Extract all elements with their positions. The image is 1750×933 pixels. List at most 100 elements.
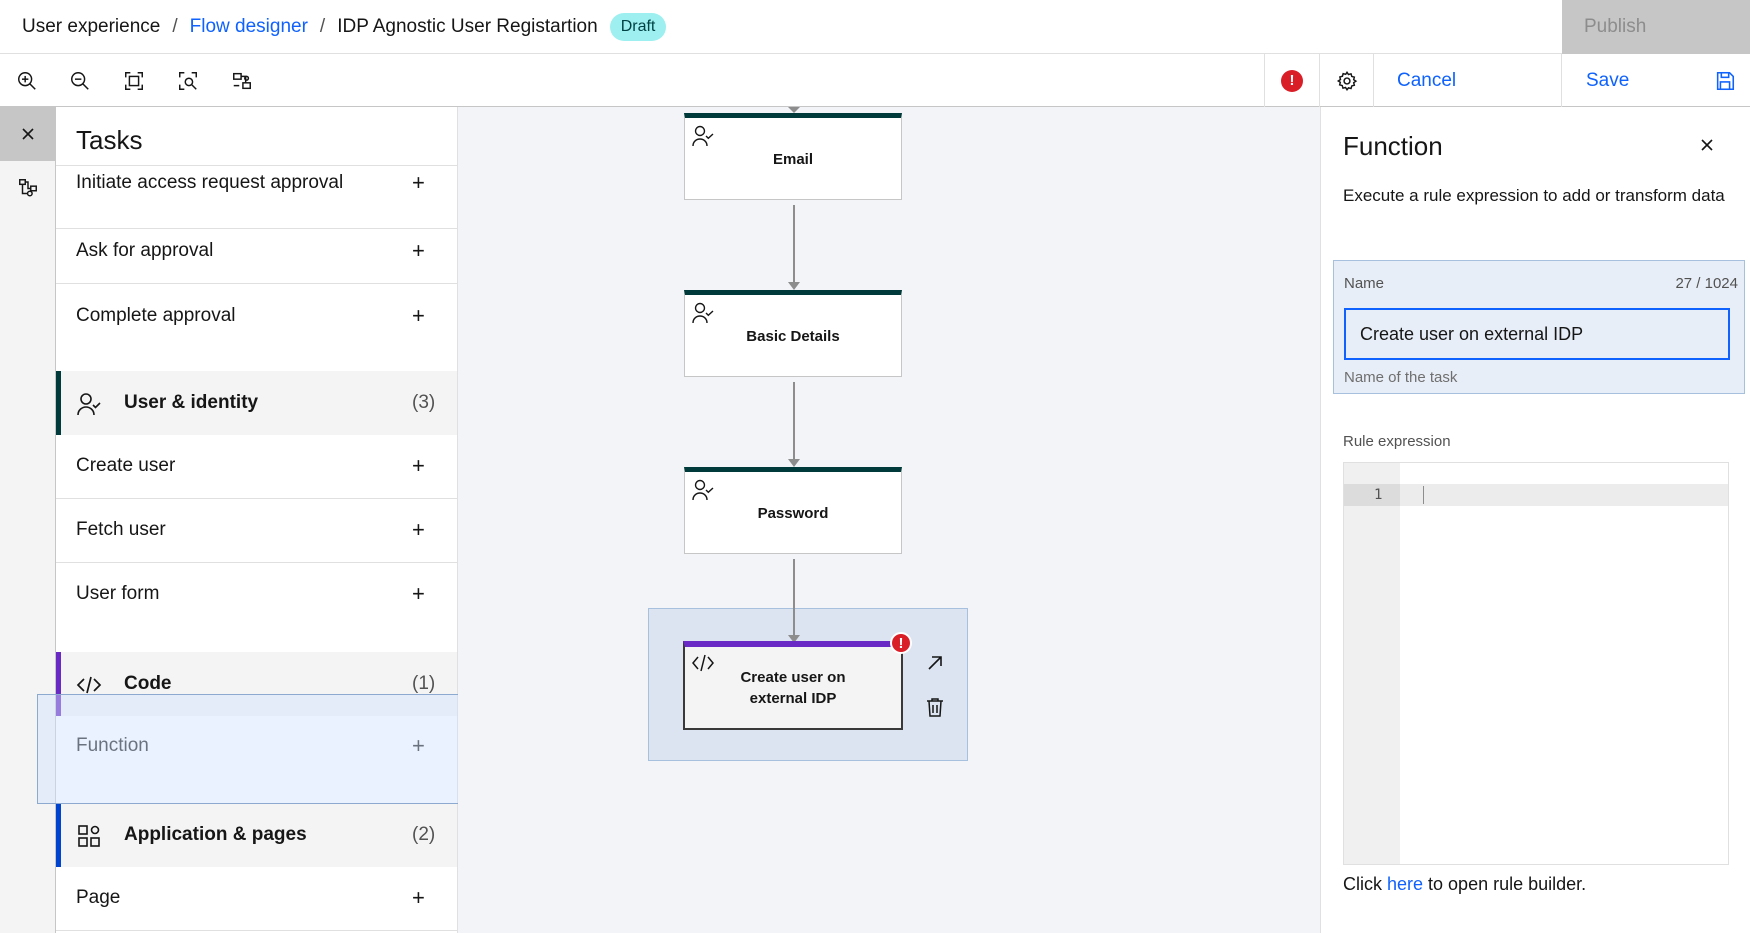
properties-panel: Function Execute a rule expression to ad… bbox=[1320, 107, 1750, 933]
category-count: (1) bbox=[412, 673, 436, 694]
task-item-label: Function bbox=[76, 735, 149, 756]
editor-cursor bbox=[1423, 486, 1424, 504]
editor-active-line bbox=[1344, 484, 1728, 506]
cancel-button[interactable]: Cancel bbox=[1373, 54, 1561, 107]
add-task-icon[interactable]: + bbox=[412, 285, 425, 347]
apps-icon bbox=[78, 825, 100, 847]
publish-button[interactable]: Publish bbox=[1562, 0, 1750, 54]
zoom-out-button[interactable] bbox=[53, 54, 107, 107]
flow-node-label: Create user on external IDP bbox=[740, 668, 846, 707]
breadcrumb-flow-designer[interactable]: Flow designer bbox=[190, 16, 308, 38]
connector-arrow bbox=[788, 459, 800, 467]
add-task-icon[interactable]: + bbox=[412, 435, 425, 497]
category-application-pages[interactable]: Application & pages (2) bbox=[56, 803, 457, 867]
name-char-count: 27 / 1024 bbox=[1675, 275, 1738, 292]
open-node-icon[interactable] bbox=[924, 652, 946, 674]
minimap-icon bbox=[233, 72, 251, 89]
rule-builder-hint: Click here to open rule builder. bbox=[1343, 874, 1586, 895]
add-task-icon[interactable]: + bbox=[412, 867, 425, 929]
flow-node-label: Password bbox=[757, 504, 829, 522]
zoom-area-button[interactable] bbox=[161, 54, 215, 107]
code-icon bbox=[76, 676, 102, 694]
connector bbox=[793, 205, 795, 285]
task-item-label: Fetch user bbox=[76, 519, 166, 540]
name-field-group: Name 27 / 1024 Name of the task bbox=[1333, 260, 1745, 394]
category-code[interactable]: Code (1) bbox=[56, 652, 457, 716]
flow-tree-button[interactable] bbox=[0, 161, 55, 215]
flow-tree-icon bbox=[18, 179, 37, 197]
category-color-bar bbox=[56, 371, 61, 435]
minimap-button[interactable] bbox=[215, 54, 269, 107]
connector bbox=[793, 559, 795, 639]
rule-builder-suffix: to open rule builder. bbox=[1423, 874, 1587, 894]
task-item-label: Create user bbox=[76, 455, 176, 476]
name-input[interactable] bbox=[1344, 308, 1730, 360]
add-task-icon[interactable]: + bbox=[412, 499, 425, 561]
fit-to-screen-button[interactable] bbox=[107, 54, 161, 107]
category-label: Code bbox=[124, 673, 172, 694]
task-item-create-user[interactable]: Create user + bbox=[56, 435, 457, 499]
task-item-ask-for-approval[interactable]: Ask for approval + bbox=[56, 220, 457, 284]
flow-node-label: Email bbox=[772, 150, 814, 168]
tasks-panel: Tasks Initiate access request approval +… bbox=[56, 107, 458, 933]
name-helper-text: Name of the task bbox=[1344, 369, 1458, 386]
editor-gutter bbox=[1344, 463, 1400, 864]
rule-builder-link[interactable]: here bbox=[1387, 874, 1423, 894]
save-button[interactable]: Save bbox=[1562, 54, 1750, 107]
task-item-label: Complete approval bbox=[76, 305, 236, 326]
rule-expression-label: Rule expression bbox=[1343, 433, 1451, 450]
app-header: User experience / Flow designer / IDP Ag… bbox=[0, 0, 1750, 54]
node-error-icon: ! bbox=[890, 632, 912, 654]
flow-node-create-user-external-idp[interactable]: Create user on external IDP bbox=[683, 641, 903, 730]
flow-node-password[interactable]: Password bbox=[684, 467, 902, 554]
category-color-bar bbox=[56, 652, 61, 716]
left-rail bbox=[0, 107, 56, 933]
editor-gutter-active bbox=[1344, 484, 1400, 506]
save-label: Save bbox=[1586, 70, 1630, 91]
add-task-icon[interactable]: + bbox=[412, 168, 425, 198]
flow-canvas[interactable]: Email Basic Details Password Create user… bbox=[458, 107, 1320, 933]
connector-arrow bbox=[788, 282, 800, 290]
zoom-out-icon bbox=[71, 71, 89, 90]
task-item-label: Page bbox=[76, 887, 121, 908]
rule-expression-editor[interactable]: 1 bbox=[1343, 462, 1729, 865]
settings-button[interactable] bbox=[1320, 54, 1374, 107]
add-task-icon[interactable]: + bbox=[412, 716, 425, 776]
category-color-bar bbox=[56, 803, 61, 867]
status-badge: Draft bbox=[609, 13, 667, 41]
add-task-icon[interactable]: + bbox=[412, 220, 425, 282]
zoom-in-icon bbox=[18, 71, 36, 90]
task-item-fetch-user[interactable]: Fetch user + bbox=[56, 499, 457, 563]
task-item-function[interactable]: Function + bbox=[56, 716, 457, 796]
properties-title: Function bbox=[1343, 131, 1443, 161]
flow-node-email[interactable]: Email bbox=[684, 113, 902, 200]
category-label: Application & pages bbox=[124, 824, 307, 845]
category-label: User & identity bbox=[124, 392, 259, 413]
category-user-identity[interactable]: User & identity (3) bbox=[56, 371, 457, 435]
task-item-page[interactable]: Page + bbox=[56, 867, 457, 931]
properties-description: Execute a rule expression to add or tran… bbox=[1343, 186, 1725, 205]
error-indicator[interactable]: ! bbox=[1265, 54, 1319, 107]
breadcrumb-current-flow: IDP Agnostic User Registartion bbox=[337, 16, 598, 37]
task-item-complete-approval[interactable]: Complete approval + bbox=[56, 285, 457, 349]
flow-node-label: Basic Details bbox=[746, 327, 840, 345]
save-icon bbox=[1716, 71, 1735, 91]
editor-line-number: 1 bbox=[1374, 487, 1383, 503]
zoom-area-icon bbox=[179, 71, 197, 90]
category-count: (2) bbox=[412, 824, 436, 845]
task-item-label: Initiate access request approval bbox=[76, 172, 344, 193]
flow-node-basic-details[interactable]: Basic Details bbox=[684, 290, 902, 377]
close-properties-button[interactable] bbox=[1691, 129, 1723, 161]
task-item-user-form[interactable]: User form + bbox=[56, 563, 457, 627]
fit-to-screen-icon bbox=[125, 71, 143, 90]
zoom-in-button[interactable] bbox=[0, 54, 54, 107]
add-task-icon[interactable]: + bbox=[412, 563, 425, 625]
breadcrumb-user-experience[interactable]: User experience bbox=[22, 16, 160, 38]
breadcrumb: User experience / Flow designer / IDP Ag… bbox=[22, 0, 667, 54]
close-tasks-button[interactable] bbox=[0, 107, 55, 161]
canvas-toolbar: ! Cancel Save bbox=[0, 54, 1750, 107]
breadcrumb-separator: / bbox=[319, 16, 326, 37]
tasks-title: Tasks bbox=[76, 125, 143, 155]
delete-node-icon[interactable] bbox=[924, 696, 946, 718]
rule-builder-prefix: Click bbox=[1343, 874, 1387, 894]
